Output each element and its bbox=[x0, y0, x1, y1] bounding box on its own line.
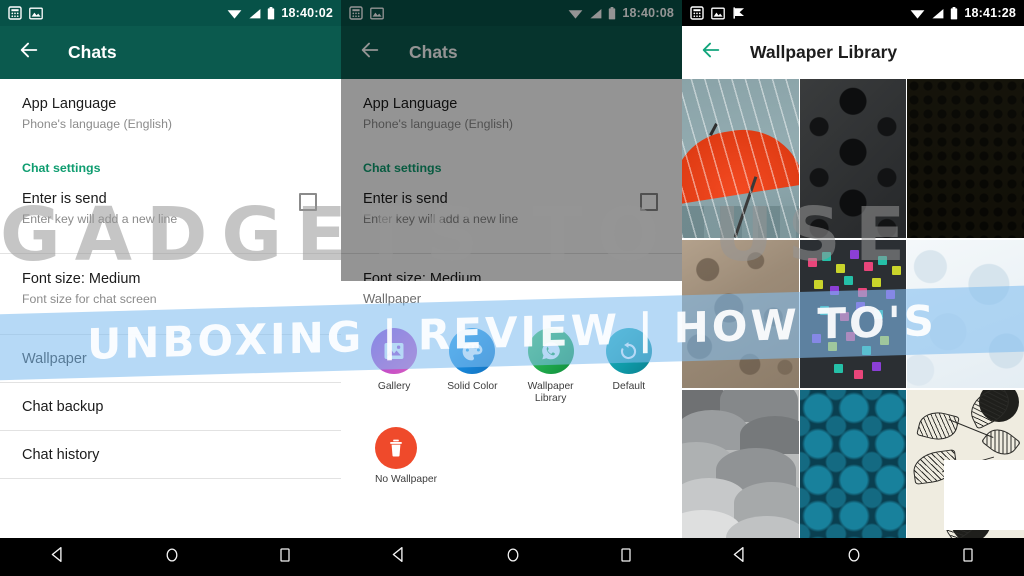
divider bbox=[0, 478, 341, 479]
white-overlay-patch bbox=[944, 460, 1024, 530]
option-no-wallpaper[interactable]: No Wallpaper bbox=[341, 409, 682, 487]
rain-streaks bbox=[682, 79, 799, 238]
enter-is-send-checkbox[interactable] bbox=[299, 193, 317, 211]
option-solid-color[interactable]: Solid Color bbox=[433, 328, 511, 405]
signal-icon bbox=[248, 8, 261, 19]
panel-wallpaper-library: 18:41:28 Wallpaper Library bbox=[682, 0, 1024, 576]
option-label: Gallery bbox=[377, 381, 411, 392]
status-bar: 18:40:02 bbox=[0, 0, 341, 26]
nav-back-icon[interactable] bbox=[49, 546, 66, 568]
status-time: 18:40:02 bbox=[281, 6, 333, 20]
wallpaper-thumb-lunar-surface[interactable] bbox=[682, 240, 799, 388]
wallpaper-options: Gallery Solid Color Wallpaper Library De… bbox=[341, 314, 682, 409]
nav-recents-icon[interactable] bbox=[278, 547, 292, 568]
calculator-icon bbox=[8, 6, 22, 20]
status-time: 18:41:28 bbox=[964, 6, 1016, 20]
leaf-shape bbox=[981, 422, 1021, 462]
nav-home-icon[interactable] bbox=[846, 547, 862, 568]
navigation-bar bbox=[341, 538, 682, 576]
row-subtitle: Phone's language (English) bbox=[22, 117, 173, 131]
nav-home-icon[interactable] bbox=[505, 547, 521, 568]
wifi-icon bbox=[227, 8, 242, 19]
restore-icon bbox=[605, 328, 652, 374]
leaf-shape bbox=[916, 407, 960, 445]
nav-recents-icon[interactable] bbox=[961, 547, 975, 568]
option-label: Solid Color bbox=[447, 381, 498, 392]
panel-chats-settings: 18:40:02 Chats App Language Phone's lang… bbox=[0, 0, 341, 576]
status-right-icons: 18:41:28 bbox=[910, 6, 1016, 20]
nav-home-icon[interactable] bbox=[164, 547, 180, 568]
wifi-icon bbox=[910, 8, 925, 19]
status-left-icons bbox=[8, 6, 43, 20]
row-title: Font size: Medium bbox=[22, 271, 141, 287]
wallpaper-thumb-grey-cloud-scales[interactable] bbox=[682, 390, 799, 538]
screenshot-stage: 18:40:02 Chats App Language Phone's lang… bbox=[0, 0, 1024, 576]
navigation-bar bbox=[682, 538, 1024, 576]
nav-back-icon[interactable] bbox=[390, 546, 407, 568]
nav-back-icon[interactable] bbox=[731, 546, 748, 568]
nav-recents-icon[interactable] bbox=[619, 547, 633, 568]
wallpaper-thumb-colored-squares-dark[interactable] bbox=[800, 240, 906, 388]
panel-wallpaper-chooser: 18:40:08 Chats App Language Phone's lang… bbox=[341, 0, 682, 576]
battery-icon bbox=[950, 6, 958, 20]
signal-icon bbox=[931, 8, 944, 19]
list-item-font-size[interactable]: Font size: Medium Font size for chat scr… bbox=[0, 254, 341, 320]
list-item-enter-is-send[interactable]: Enter is send Enter key will add a new l… bbox=[0, 177, 341, 240]
gallery-icon bbox=[371, 328, 418, 374]
wallpaper-thumb-dark-dotted-pattern[interactable] bbox=[907, 79, 1024, 238]
image-icon bbox=[711, 7, 725, 20]
wallpaper-thumb-dark-damask-pattern[interactable] bbox=[800, 79, 906, 238]
row-title: Enter is send bbox=[22, 191, 107, 207]
page-title: Wallpaper Library bbox=[750, 42, 898, 62]
dialog-title: Wallpaper bbox=[363, 291, 422, 306]
list-item-app-language[interactable]: App Language Phone's language (English) bbox=[0, 79, 341, 145]
whatsapp-icon bbox=[527, 328, 574, 374]
app-bar: Chats bbox=[0, 26, 341, 79]
back-arrow-icon[interactable] bbox=[700, 39, 722, 66]
section-header-chat-settings: Chat settings bbox=[22, 161, 101, 175]
back-arrow-icon[interactable] bbox=[18, 39, 40, 66]
calculator-icon bbox=[690, 6, 704, 20]
image-icon bbox=[29, 7, 43, 20]
settings-list: App Language Phone's language (English) … bbox=[0, 79, 341, 479]
option-default[interactable]: Default bbox=[590, 328, 668, 405]
option-label: No Wallpaper bbox=[375, 474, 437, 485]
row-subtitle: Font size for chat screen bbox=[22, 292, 157, 306]
list-item-chat-history[interactable]: Chat history bbox=[0, 431, 341, 478]
page-title: Chats bbox=[68, 42, 117, 62]
wallpaper-dialog: Wallpaper Gallery Solid Color Wallpaper … bbox=[341, 281, 682, 538]
row-title: App Language bbox=[22, 96, 117, 112]
option-gallery[interactable]: Gallery bbox=[355, 328, 433, 405]
list-item-wallpaper[interactable]: Wallpaper bbox=[0, 335, 341, 382]
battery-icon bbox=[267, 6, 275, 20]
navigation-bar bbox=[0, 538, 341, 576]
app-bar: Wallpaper Library bbox=[682, 26, 1024, 79]
option-label: Default bbox=[612, 381, 646, 392]
wallpaper-thumb-red-umbrella-in-rain[interactable] bbox=[682, 79, 799, 238]
status-right-icons: 18:40:02 bbox=[227, 6, 333, 20]
option-wallpaper-library[interactable]: Wallpaper Library bbox=[512, 328, 590, 405]
status-left-icons bbox=[690, 6, 746, 20]
palette-icon bbox=[449, 328, 496, 374]
list-item-chat-backup[interactable]: Chat backup bbox=[0, 383, 341, 430]
wallpaper-thumb-light-floral-pattern[interactable] bbox=[907, 240, 1024, 388]
wallpaper-thumb-teal-geometric-pattern[interactable] bbox=[800, 390, 906, 538]
trash-icon bbox=[375, 427, 417, 469]
flag-icon bbox=[732, 6, 746, 20]
status-bar: 18:41:28 bbox=[682, 0, 1024, 26]
option-label: Wallpaper Library bbox=[527, 381, 574, 404]
row-subtitle: Enter key will add a new line bbox=[22, 212, 178, 226]
